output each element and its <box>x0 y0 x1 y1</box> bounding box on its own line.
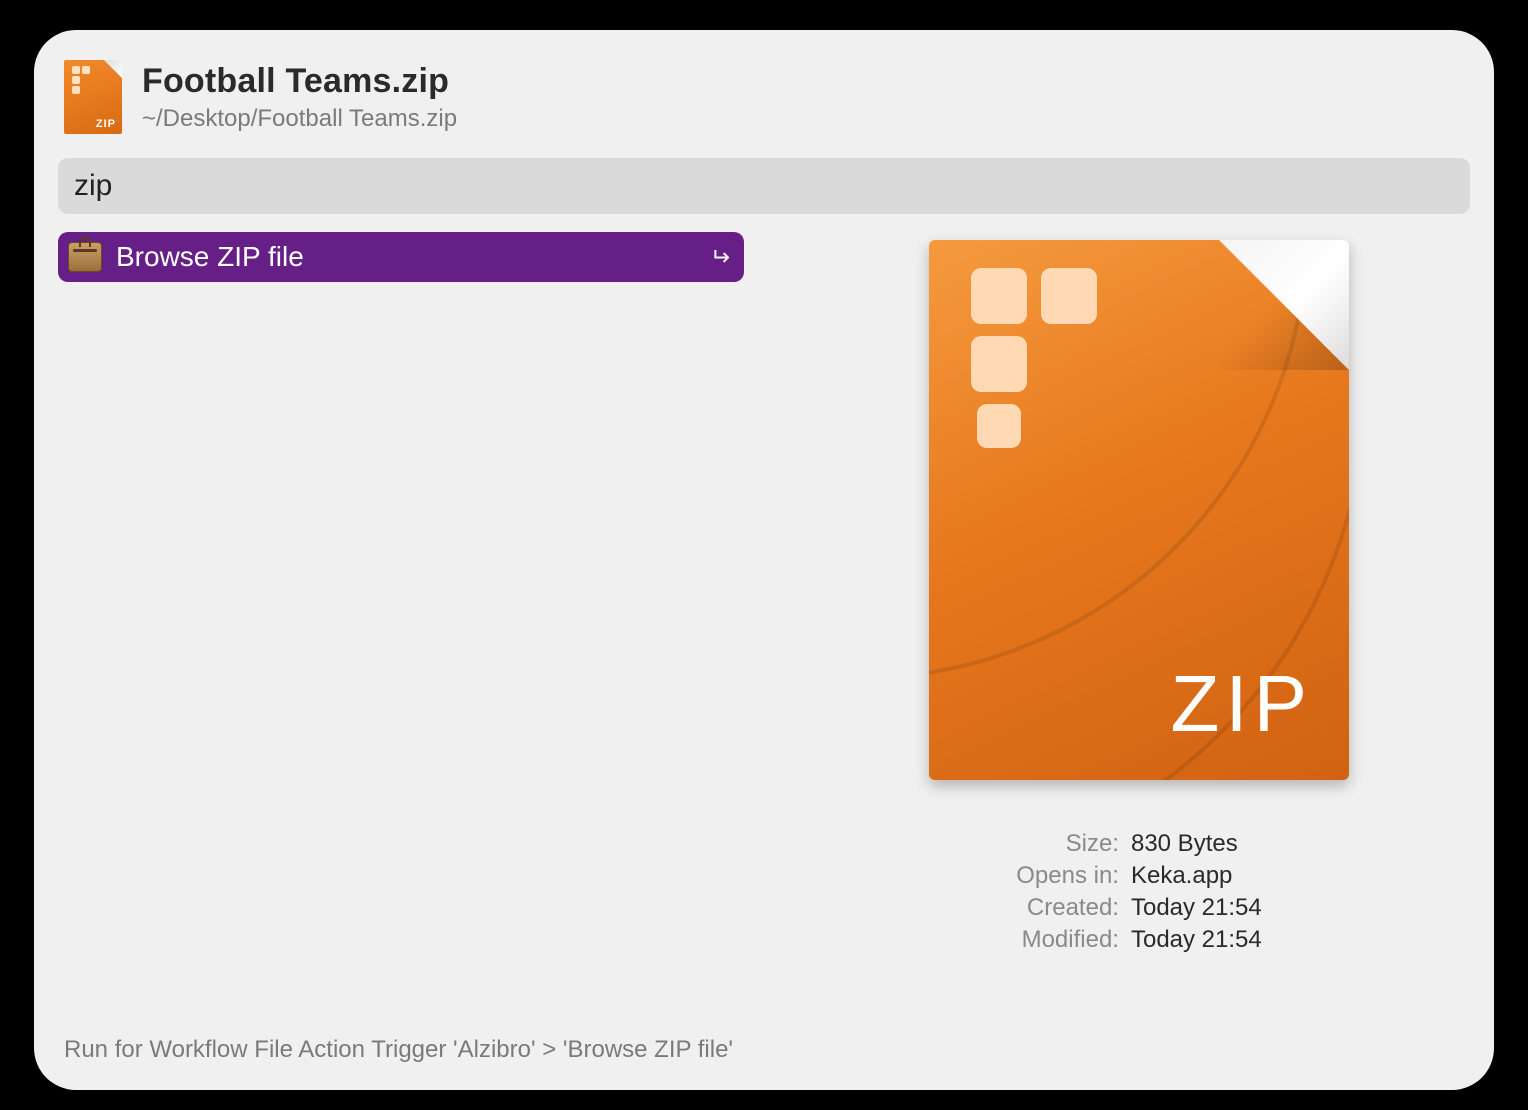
file-metadata: Size: 830 Bytes Opens in: Keka.app Creat… <box>1016 830 1262 954</box>
preview-pane: ZIP Size: 830 Bytes Opens in: Keka.app C… <box>774 232 1474 954</box>
meta-opens-label: Opens in: <box>1016 862 1119 890</box>
meta-size-label: Size: <box>1016 830 1119 858</box>
zip-file-preview-icon: ZIP <box>929 240 1349 780</box>
result-browse-zip[interactable]: Browse ZIP file ↵ <box>58 232 744 282</box>
results-list: Browse ZIP file ↵ <box>54 232 744 954</box>
toolbox-icon <box>68 242 102 272</box>
header: ZIP Football Teams.zip ~/Desktop/Footbal… <box>54 52 1474 148</box>
footer-subtext: Run for Workflow File Action Trigger 'Al… <box>64 1036 733 1064</box>
meta-opens-value: Keka.app <box>1131 862 1262 890</box>
zip-file-icon: ZIP <box>64 60 122 134</box>
meta-modified-label: Modified: <box>1016 926 1119 954</box>
meta-size-value: 830 Bytes <box>1131 830 1262 858</box>
result-label: Browse ZIP file <box>116 241 696 273</box>
meta-created-value: Today 21:54 <box>1131 894 1262 922</box>
meta-modified-value: Today 21:54 <box>1131 926 1262 954</box>
search-input[interactable] <box>58 158 1470 214</box>
zip-icon-label: ZIP <box>96 118 116 130</box>
file-title: Football Teams.zip <box>142 62 457 101</box>
alfred-window: ZIP Football Teams.zip ~/Desktop/Footbal… <box>34 30 1494 1090</box>
zip-preview-label: ZIP <box>1171 658 1313 750</box>
meta-created-label: Created: <box>1016 894 1119 922</box>
file-path: ~/Desktop/Football Teams.zip <box>142 105 457 133</box>
return-icon: ↵ <box>710 243 730 272</box>
